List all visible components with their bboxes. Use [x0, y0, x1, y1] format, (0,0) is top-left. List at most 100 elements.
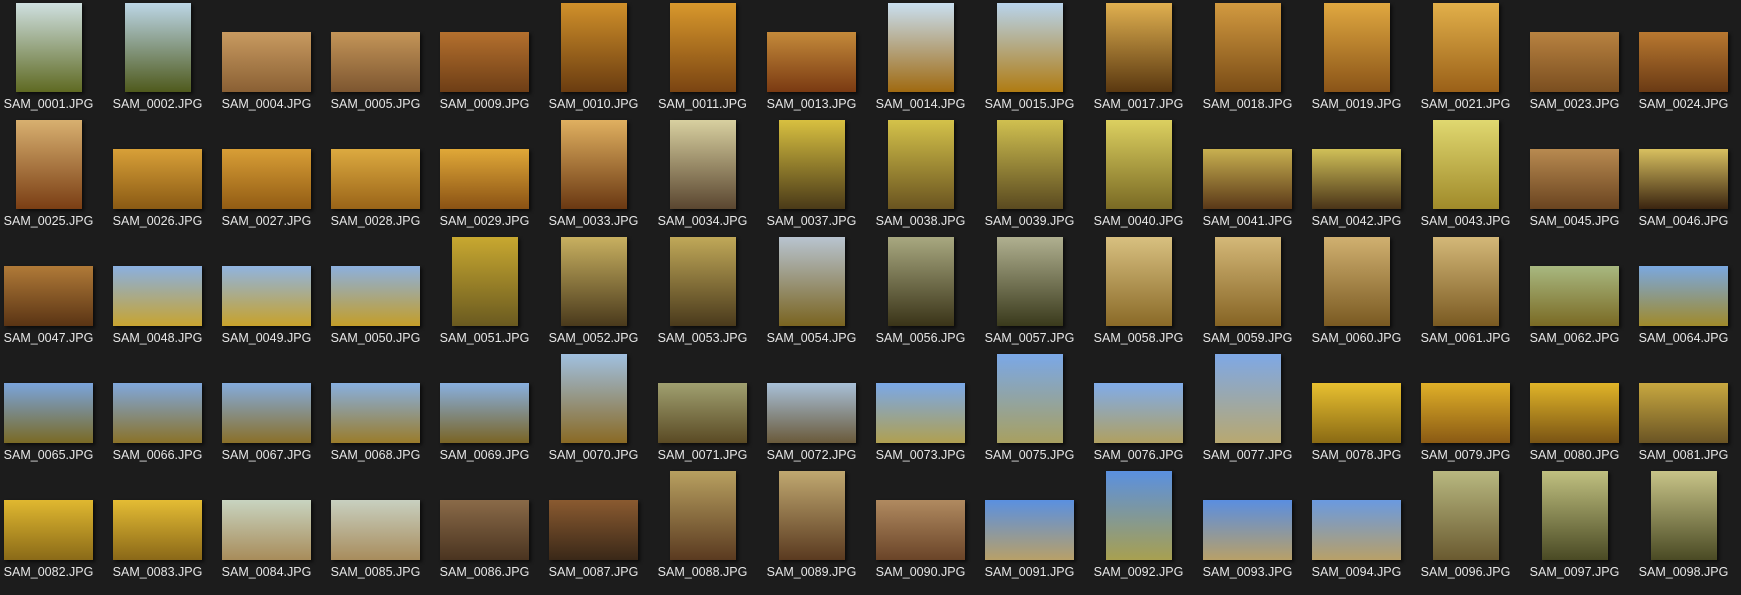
image-thumbnail[interactable]	[1432, 471, 1499, 560]
image-thumbnail[interactable]	[560, 120, 627, 209]
file-item[interactable]: SAM_0047.JPG	[0, 234, 103, 351]
file-item[interactable]: SAM_0025.JPG	[0, 117, 103, 234]
image-thumbnail[interactable]	[222, 266, 311, 326]
image-thumbnail[interactable]	[1312, 149, 1401, 209]
image-thumbnail[interactable]	[222, 32, 311, 92]
image-thumbnail[interactable]	[1203, 149, 1292, 209]
file-item[interactable]: SAM_0017.JPG	[1084, 0, 1193, 117]
file-item[interactable]: SAM_0061.JPG	[1411, 234, 1520, 351]
image-thumbnail[interactable]	[887, 237, 954, 326]
file-item[interactable]: SAM_0054.JPG	[757, 234, 866, 351]
image-thumbnail[interactable]	[1530, 383, 1619, 443]
file-item[interactable]: SAM_0005.JPG	[321, 0, 430, 117]
image-thumbnail[interactable]	[1432, 120, 1499, 209]
file-item[interactable]: SAM_0085.JPG	[321, 468, 430, 585]
file-item[interactable]: SAM_0079.JPG	[1411, 351, 1520, 468]
image-thumbnail[interactable]	[1203, 500, 1292, 560]
file-item[interactable]: SAM_0013.JPG	[757, 0, 866, 117]
image-thumbnail[interactable]	[996, 120, 1063, 209]
image-thumbnail[interactable]	[767, 383, 856, 443]
image-thumbnail[interactable]	[124, 3, 191, 92]
file-item[interactable]: SAM_0019.JPG	[1302, 0, 1411, 117]
file-item[interactable]: SAM_0033.JPG	[539, 117, 648, 234]
file-item[interactable]: SAM_0046.JPG	[1629, 117, 1738, 234]
file-item[interactable]: SAM_0052.JPG	[539, 234, 648, 351]
file-item[interactable]: SAM_0090.JPG	[866, 468, 975, 585]
image-thumbnail[interactable]	[1639, 32, 1728, 92]
file-item[interactable]: SAM_0043.JPG	[1411, 117, 1520, 234]
file-item[interactable]: SAM_0060.JPG	[1302, 234, 1411, 351]
image-thumbnail[interactable]	[1421, 383, 1510, 443]
image-thumbnail[interactable]	[1323, 3, 1390, 92]
file-item[interactable]: SAM_0086.JPG	[430, 468, 539, 585]
image-thumbnail[interactable]	[222, 149, 311, 209]
image-thumbnail[interactable]	[222, 383, 311, 443]
image-thumbnail[interactable]	[669, 237, 736, 326]
image-thumbnail[interactable]	[1650, 471, 1717, 560]
image-thumbnail[interactable]	[876, 500, 965, 560]
image-thumbnail[interactable]	[4, 383, 93, 443]
file-item[interactable]: SAM_0034.JPG	[648, 117, 757, 234]
file-item[interactable]: SAM_0018.JPG	[1193, 0, 1302, 117]
image-thumbnail[interactable]	[331, 266, 420, 326]
file-item[interactable]: SAM_0028.JPG	[321, 117, 430, 234]
file-item[interactable]: SAM_0084.JPG	[212, 468, 321, 585]
file-item[interactable]: SAM_0001.JPG	[0, 0, 103, 117]
file-item[interactable]: SAM_0014.JPG	[866, 0, 975, 117]
image-thumbnail[interactable]	[560, 3, 627, 92]
file-item[interactable]: SAM_0067.JPG	[212, 351, 321, 468]
image-thumbnail[interactable]	[1639, 266, 1728, 326]
image-thumbnail[interactable]	[331, 500, 420, 560]
image-thumbnail[interactable]	[222, 500, 311, 560]
file-item[interactable]: SAM_0058.JPG	[1084, 234, 1193, 351]
image-thumbnail[interactable]	[669, 471, 736, 560]
file-item[interactable]: SAM_0011.JPG	[648, 0, 757, 117]
image-thumbnail[interactable]	[549, 500, 638, 560]
image-thumbnail[interactable]	[658, 383, 747, 443]
file-item[interactable]: SAM_0024.JPG	[1629, 0, 1738, 117]
image-thumbnail[interactable]	[451, 237, 518, 326]
image-thumbnail[interactable]	[1105, 471, 1172, 560]
file-item[interactable]: SAM_0080.JPG	[1520, 351, 1629, 468]
file-item[interactable]: SAM_0062.JPG	[1520, 234, 1629, 351]
image-thumbnail[interactable]	[669, 120, 736, 209]
file-item[interactable]: SAM_0098.JPG	[1629, 468, 1738, 585]
image-thumbnail[interactable]	[778, 120, 845, 209]
file-item[interactable]: SAM_0075.JPG	[975, 351, 1084, 468]
image-thumbnail[interactable]	[440, 32, 529, 92]
image-thumbnail[interactable]	[331, 32, 420, 92]
file-item[interactable]: SAM_0078.JPG	[1302, 351, 1411, 468]
image-thumbnail[interactable]	[876, 383, 965, 443]
file-item[interactable]: SAM_0065.JPG	[0, 351, 103, 468]
image-thumbnail[interactable]	[996, 354, 1063, 443]
image-thumbnail[interactable]	[767, 32, 856, 92]
image-thumbnail[interactable]	[560, 354, 627, 443]
file-item[interactable]: SAM_0004.JPG	[212, 0, 321, 117]
image-thumbnail[interactable]	[113, 149, 202, 209]
file-item[interactable]: SAM_0010.JPG	[539, 0, 648, 117]
image-thumbnail[interactable]	[440, 149, 529, 209]
file-item[interactable]: SAM_0041.JPG	[1193, 117, 1302, 234]
file-item[interactable]: SAM_0039.JPG	[975, 117, 1084, 234]
image-thumbnail[interactable]	[1530, 32, 1619, 92]
file-item[interactable]: SAM_0069.JPG	[430, 351, 539, 468]
file-item[interactable]: SAM_0051.JPG	[430, 234, 539, 351]
file-item[interactable]: SAM_0072.JPG	[757, 351, 866, 468]
image-thumbnail[interactable]	[440, 500, 529, 560]
file-item[interactable]: SAM_0049.JPG	[212, 234, 321, 351]
file-item[interactable]: SAM_0083.JPG	[103, 468, 212, 585]
image-thumbnail[interactable]	[1105, 120, 1172, 209]
file-item[interactable]: SAM_0009.JPG	[430, 0, 539, 117]
image-thumbnail[interactable]	[15, 3, 82, 92]
image-thumbnail[interactable]	[331, 383, 420, 443]
file-item[interactable]: SAM_0023.JPG	[1520, 0, 1629, 117]
file-item[interactable]: SAM_0082.JPG	[0, 468, 103, 585]
file-item[interactable]: SAM_0048.JPG	[103, 234, 212, 351]
image-thumbnail[interactable]	[1214, 237, 1281, 326]
image-thumbnail[interactable]	[1105, 3, 1172, 92]
file-item[interactable]: SAM_0027.JPG	[212, 117, 321, 234]
file-item[interactable]: SAM_0093.JPG	[1193, 468, 1302, 585]
file-item[interactable]: SAM_0076.JPG	[1084, 351, 1193, 468]
file-item[interactable]: SAM_0081.JPG	[1629, 351, 1738, 468]
image-thumbnail[interactable]	[1639, 149, 1728, 209]
